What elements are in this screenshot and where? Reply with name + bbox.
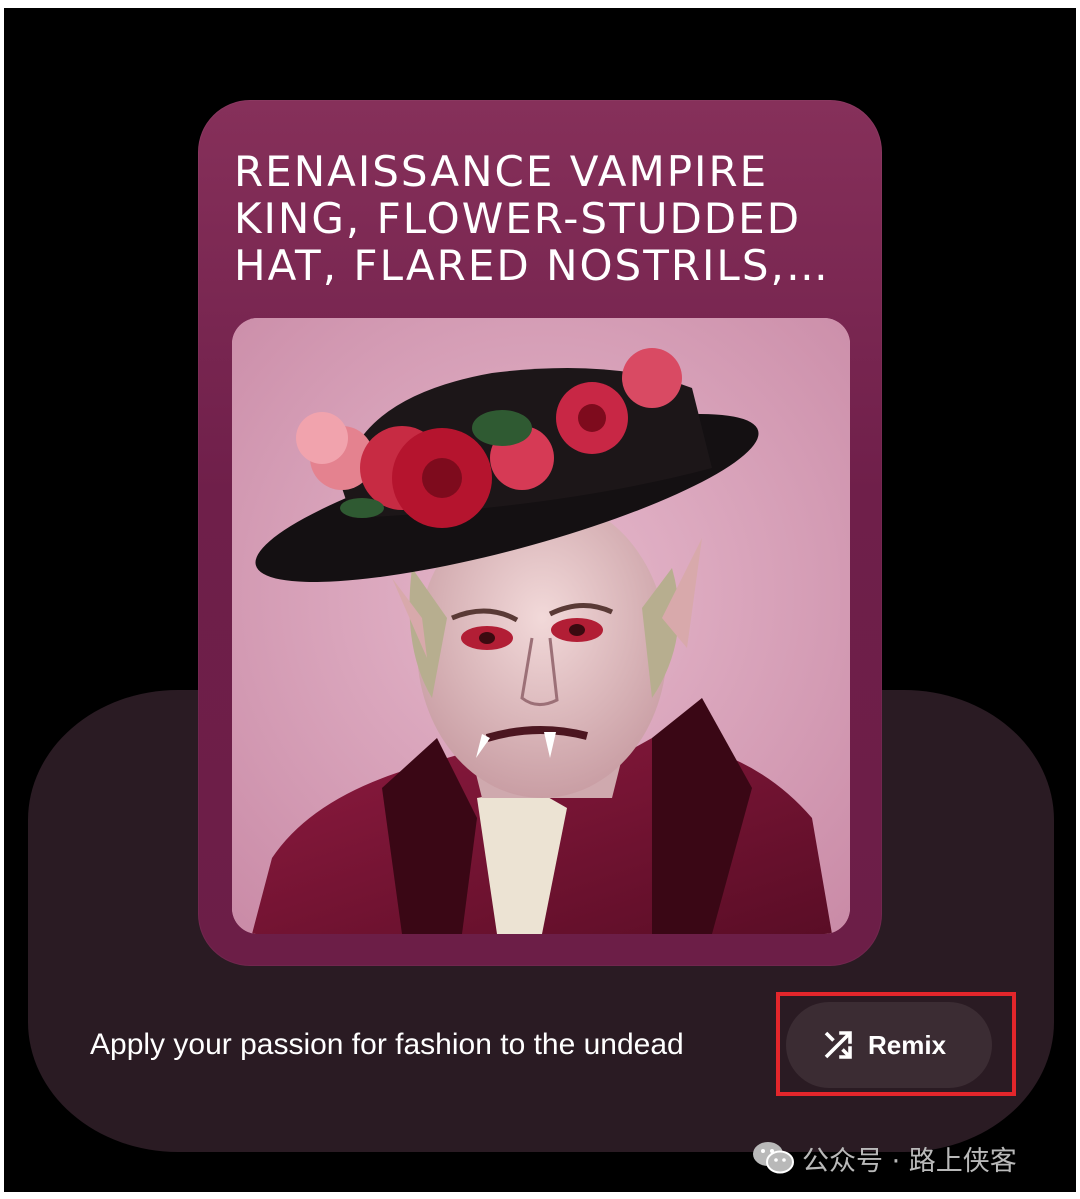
vampire-portrait-image [232, 318, 850, 934]
prompt-tagline: Apply your passion for fashion to the un… [90, 1028, 684, 1061]
app-frame: RENAISSANCE VAMPIRE KING, FLOWER-STUDDED… [4, 8, 1076, 1192]
prompt-card[interactable]: RENAISSANCE VAMPIRE KING, FLOWER-STUDDED… [198, 100, 882, 966]
wechat-icon [753, 1142, 794, 1174]
card-title: RENAISSANCE VAMPIRE KING, FLOWER-STUDDED… [234, 147, 830, 290]
watermark: 公众号 · 路上侠客 [752, 1136, 1017, 1180]
annotation-highlight-box [776, 992, 1016, 1096]
watermark-text: 公众号 · 路上侠客 [802, 1145, 1017, 1177]
